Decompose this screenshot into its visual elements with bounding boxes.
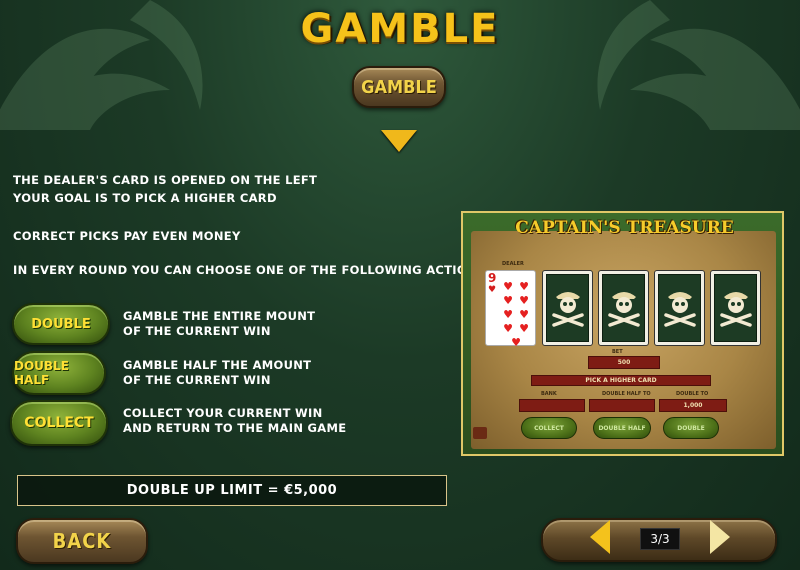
preview-bank-label: BANK [541,391,557,397]
gamble-screen-preview: CAPTAIN'S TREASURE DEALER 9 ♥ ♥ ♥ ♥ ♥ ♥ ♥ ♥ ♥ ♥ … [461,211,784,456]
preview-card-back-1 [542,270,593,346]
arrow-down-icon [381,130,417,152]
preview-bet-label: BET [612,349,623,355]
skull-crossbones-icon [719,292,752,327]
info-line-dealer-card: THE DEALER'S CARD IS OPENED ON THE LEFT [13,173,318,187]
preview-bank-value [519,399,585,412]
info-line-payout: CORRECT PICKS PAY EVEN MONEY [13,229,241,243]
preview-double-to-value: 1,000 [659,399,727,412]
preview-collect-button: COLLECT [521,417,577,439]
preview-game-logo: CAPTAIN'S TREASURE [515,218,734,238]
double-half-description-line2: OF THE CURRENT WIN [123,373,271,387]
page-title: GAMBLE [300,6,500,52]
double-button[interactable]: DOUBLE [12,303,110,345]
info-line-actions: IN EVERY ROUND YOU CAN CHOOSE ONE OF THE… [13,263,491,277]
arrow-left-icon[interactable] [590,520,610,554]
preview-double-to-label: DOUBLE TO [676,391,709,397]
gamble-button[interactable]: GAMBLE [352,66,446,108]
double-half-description-line1: GAMBLE HALF THE AMOUNT [123,358,312,372]
skull-crossbones-icon [551,292,584,327]
preview-bet-value: 500 [588,356,660,369]
page-indicator: 3/3 [640,528,680,550]
double-description-line2: OF THE CURRENT WIN [123,324,271,338]
skull-crossbones-icon [607,292,640,327]
double-description-line1: GAMBLE THE ENTIRE MOUNT [123,309,316,323]
preview-double-half-value [589,399,655,412]
preview-double-button: DOUBLE [663,417,719,439]
double-half-button[interactable]: DOUBLE HALF [12,351,106,395]
collect-description-line1: COLLECT YOUR CURRENT WIN [123,406,323,420]
preview-dealer-label: DEALER [502,261,524,267]
collect-description-line2: AND RETURN TO THE MAIN GAME [123,421,347,435]
collect-description: COLLECT YOUR CURRENT WIN AND RETURN TO T… [123,406,346,436]
preview-prompt: PICK A HIGHER CARD [531,375,711,386]
preview-dealer-card: 9 ♥ ♥ ♥ ♥ ♥ ♥ ♥ ♥ ♥ ♥ [485,270,536,349]
preview-card-back-2 [598,270,649,346]
preview-double-half-button: DOUBLE HALF [593,417,651,439]
preview-double-half-label: DOUBLE HALF TO [602,391,651,397]
collect-button[interactable]: COLLECT [10,400,108,446]
preview-card-back-4 [710,270,761,346]
skull-crossbones-icon [663,292,696,327]
info-line-goal: YOUR GOAL IS TO PICK A HIGHER CARD [13,191,277,205]
heart-pips: ♥ ♥ ♥ ♥ ♥ ♥ ♥ ♥ ♥ [503,280,529,349]
preview-chest-decoration [473,427,487,439]
preview-dealer-card-rank: 9 ♥ [488,271,497,295]
back-button[interactable]: BACK [16,518,148,564]
double-half-description: GAMBLE HALF THE AMOUNT OF THE CURRENT WI… [123,358,311,388]
double-description: GAMBLE THE ENTIRE MOUNT OF THE CURRENT W… [123,309,315,339]
double-up-limit: DOUBLE UP LIMIT = €5,000 [17,475,447,506]
preview-card-back-3 [654,270,705,346]
arrow-right-icon[interactable] [710,520,730,554]
